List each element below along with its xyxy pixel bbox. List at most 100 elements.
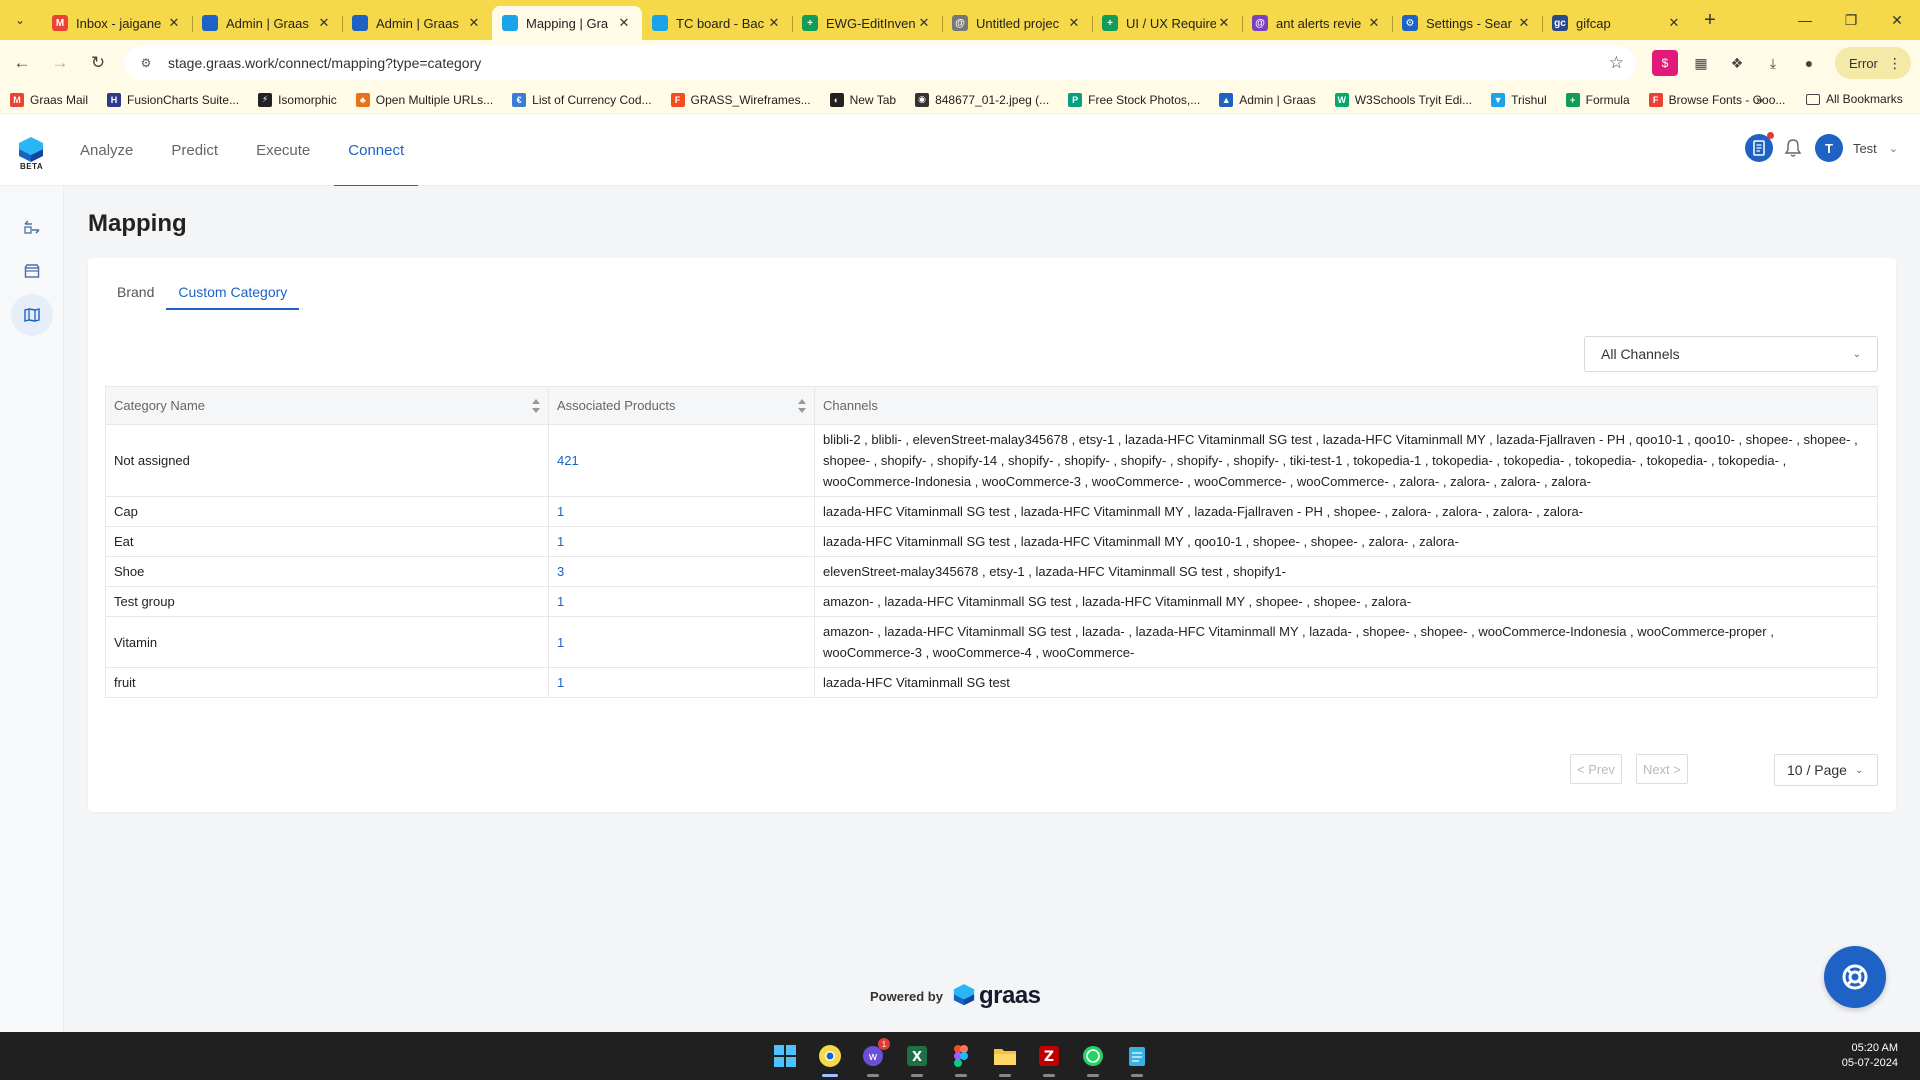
close-tab-icon[interactable]: ✕ — [1666, 15, 1682, 31]
close-tab-icon[interactable]: ✕ — [166, 15, 182, 31]
browser-tab[interactable]: Admin | Graas ✕ — [192, 6, 342, 40]
chevron-down-icon: ⌄ — [1852, 348, 1861, 360]
browser-tab[interactable]: @ Untitled projec ✕ — [942, 6, 1092, 40]
tab-custom-category[interactable]: Custom Category — [166, 274, 300, 310]
bookmark-item[interactable]: M Graas Mail — [10, 92, 88, 107]
sort-icon[interactable] — [532, 399, 540, 413]
next-page-button[interactable]: Next > — [1635, 754, 1688, 784]
browser-tab[interactable]: TC board - Bac ✕ — [642, 6, 792, 40]
profile-icon[interactable]: ● — [1796, 50, 1822, 76]
tab-brand[interactable]: Brand — [105, 274, 166, 310]
sort-icon[interactable] — [798, 399, 806, 413]
taskbar-filezilla[interactable]: Z — [1034, 1041, 1064, 1077]
browser-tab[interactable]: @ ant alerts revie ✕ — [1242, 6, 1392, 40]
nav-connect[interactable]: Connect — [334, 114, 419, 187]
app-header: BETA Analyze Predict Execute Connect T Test… — [0, 114, 1920, 187]
new-tab-button[interactable]: + — [1696, 6, 1724, 34]
close-tab-icon[interactable]: ✕ — [1066, 15, 1082, 31]
download-icon[interactable]: ⤓ — [1760, 50, 1786, 76]
browser-tab[interactable]: Mapping | Gra ✕ — [492, 6, 642, 40]
puzzle-icon[interactable]: ❖ — [1724, 50, 1750, 76]
sidebar-item-mapping[interactable] — [11, 294, 53, 336]
bookmark-item[interactable]: € List of Currency Cod... — [512, 92, 652, 107]
system-clock[interactable]: 05:20 AM 05-07-2024 — [1842, 1041, 1898, 1071]
associated-products-link[interactable]: 1 — [548, 586, 815, 617]
notifications-button[interactable] — [1781, 136, 1805, 160]
more-bookmarks-button[interactable]: » — [1756, 92, 1763, 107]
bookmark-item[interactable]: ▲ Admin | Graas — [1219, 92, 1316, 107]
taskbar-whatsapp[interactable] — [1078, 1041, 1108, 1077]
taskbar-notepad[interactable] — [1122, 1041, 1152, 1077]
bookmark-favicon-icon: H — [107, 92, 122, 107]
support-chat-button[interactable] — [1824, 946, 1886, 1008]
nav-predict[interactable]: Predict — [157, 114, 232, 186]
close-tab-icon[interactable]: ✕ — [616, 15, 632, 31]
bookmark-item[interactable]: ▼ Trishul — [1491, 92, 1547, 107]
close-tab-icon[interactable]: ✕ — [466, 15, 482, 31]
bookmark-item[interactable]: ◐ New Tab — [829, 92, 896, 107]
address-bar[interactable]: ⚙ stage.graas.work/connect/mapping?type=… — [124, 46, 1636, 80]
extension-icon[interactable]: $ — [1652, 50, 1678, 76]
nav-analyze[interactable]: Analyze — [66, 114, 147, 186]
documentation-button[interactable] — [1744, 132, 1774, 162]
close-tab-icon[interactable]: ✕ — [1216, 15, 1232, 31]
bookmark-item[interactable]: ◉ 848677_01-2.jpeg (... — [915, 92, 1050, 107]
associated-products-link[interactable]: 1 — [548, 667, 815, 698]
column-header-associated-products[interactable]: Associated Products — [548, 386, 815, 425]
close-tab-icon[interactable]: ✕ — [766, 15, 782, 31]
bookmark-label: 848677_01-2.jpeg (... — [935, 92, 1050, 107]
associated-products-link[interactable]: 421 — [548, 424, 815, 497]
close-tab-icon[interactable]: ✕ — [1516, 15, 1532, 31]
taskbar-excel[interactable]: X — [902, 1041, 932, 1077]
bookmark-item[interactable]: + Formula — [1565, 92, 1630, 107]
taskbar-chrome[interactable] — [815, 1041, 845, 1077]
bookmark-item[interactable]: W W3Schools Tryit Edi... — [1334, 92, 1472, 107]
browser-tab[interactable]: + UI / UX Require ✕ — [1092, 6, 1242, 40]
browser-tab[interactable]: + EWG-EditInven ✕ — [792, 6, 942, 40]
minimize-icon[interactable]: — — [1782, 0, 1828, 40]
reload-button[interactable]: ↻ — [82, 47, 114, 79]
bookmark-item[interactable]: ♣ Open Multiple URLs... — [355, 92, 493, 107]
sidebar-item-integrations[interactable] — [11, 206, 53, 248]
close-window-icon[interactable]: ✕ — [1874, 0, 1920, 40]
close-tab-icon[interactable]: ✕ — [1366, 15, 1382, 31]
taskbar-file-explorer[interactable] — [990, 1041, 1020, 1077]
filezilla-icon: Z — [1039, 1046, 1059, 1066]
associated-products-link[interactable]: 3 — [548, 556, 815, 587]
associated-products-link[interactable]: 1 — [548, 496, 815, 527]
bookmark-item[interactable]: ⚡ Isomorphic — [258, 92, 337, 107]
browser-tab[interactable]: M Inbox - jaigane ✕ — [42, 6, 192, 40]
start-button[interactable] — [770, 1041, 800, 1071]
nav-execute[interactable]: Execute — [242, 114, 324, 186]
column-header-category-name[interactable]: Category Name — [105, 386, 549, 425]
bookmark-item[interactable]: F Browse Fonts - Goo... — [1648, 92, 1785, 107]
restore-icon[interactable]: ❐ — [1828, 0, 1874, 40]
tab-search-button[interactable]: ⌄ — [6, 6, 34, 34]
associated-products-link[interactable]: 1 — [548, 526, 815, 557]
chevron-down-icon[interactable]: ⌄ — [1889, 142, 1898, 155]
browser-tab[interactable]: gc gifcap ✕ — [1542, 6, 1692, 40]
all-bookmarks-button[interactable]: All Bookmarks — [1806, 92, 1903, 106]
taskbar-figma[interactable] — [946, 1041, 976, 1077]
bookmark-item[interactable]: H FusionCharts Suite... — [107, 92, 239, 107]
associated-products-link[interactable]: 1 — [548, 616, 815, 668]
channel-filter-select[interactable]: All Channels ⌄ — [1584, 336, 1878, 372]
taskbar-app[interactable]: w 1 — [858, 1038, 890, 1077]
prev-page-button[interactable]: < Prev — [1570, 754, 1622, 784]
bookmark-item[interactable]: F GRASS_Wireframes... — [670, 92, 811, 107]
extension-icon[interactable]: ▦ — [1688, 50, 1714, 76]
back-button[interactable]: ← — [6, 47, 38, 79]
browser-tab[interactable]: ⚙ Settings - Sear ✕ — [1392, 6, 1542, 40]
user-name[interactable]: Test — [1853, 141, 1877, 156]
browser-tab[interactable]: Admin | Graas ✕ — [342, 6, 492, 40]
page-size-select[interactable]: 10 / Page ⌄ — [1774, 754, 1878, 786]
close-tab-icon[interactable]: ✕ — [316, 15, 332, 31]
close-tab-icon[interactable]: ✕ — [916, 15, 932, 31]
sidebar-item-store[interactable] — [11, 250, 53, 292]
user-avatar[interactable]: T — [1814, 134, 1843, 162]
bookmark-item[interactable]: P Free Stock Photos,... — [1068, 92, 1200, 107]
site-info-icon[interactable]: ⚙ — [136, 53, 156, 73]
profile-error-button[interactable]: Error ⋮ — [1835, 47, 1911, 79]
forward-button[interactable]: → — [44, 47, 76, 79]
bookmark-star-icon[interactable]: ☆ — [1609, 53, 1624, 73]
